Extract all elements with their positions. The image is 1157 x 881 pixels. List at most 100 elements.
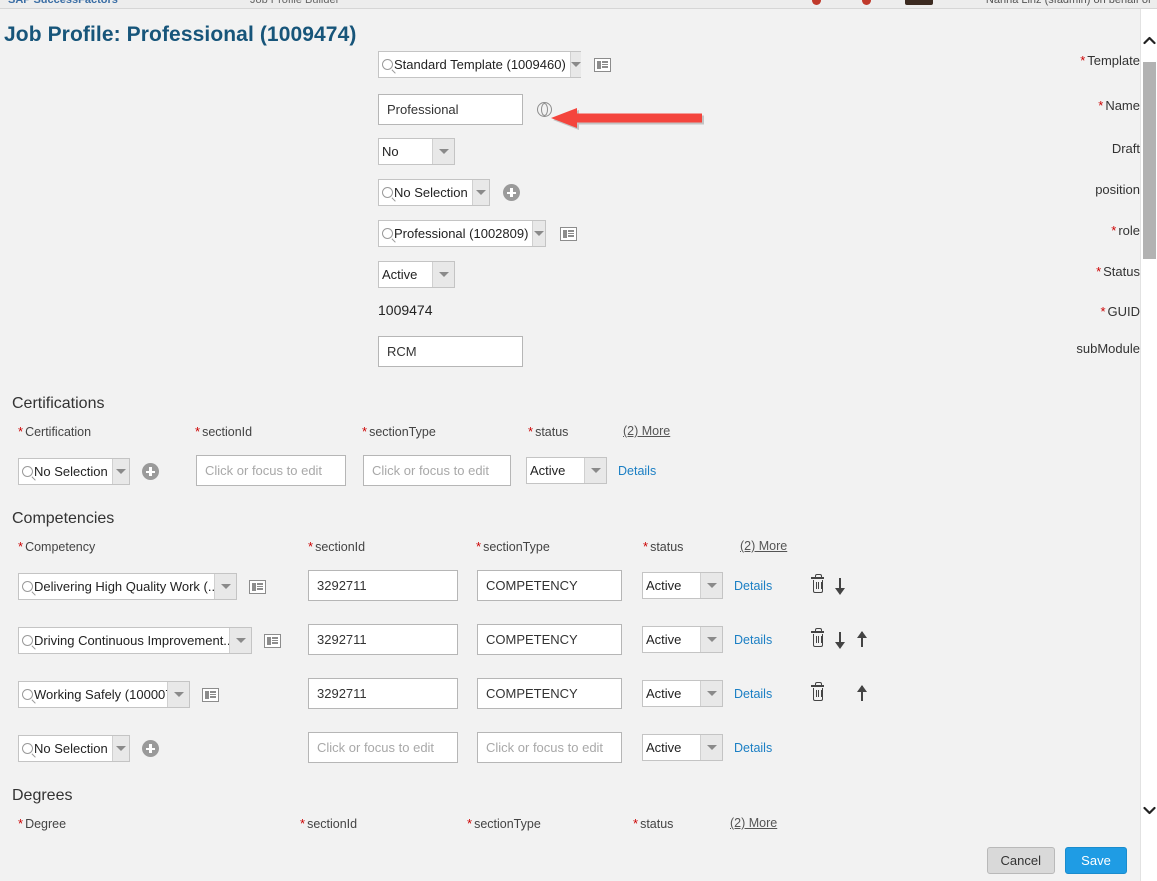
template-lookup-combo[interactable]: Standard Template (1009460) [378, 51, 581, 78]
section-competencies: Competencies * Competency * sectionId * sec… [0, 510, 1140, 777]
add-competency-icon[interactable] [142, 740, 159, 757]
form-row-guid: * GUID 1009474 [0, 299, 1140, 334]
move-row-up-icon[interactable] [855, 630, 869, 649]
chevron-down-icon[interactable] [471, 180, 489, 205]
label-draft: Draft [1111, 141, 1140, 156]
chevron-down-icon[interactable] [111, 459, 129, 484]
col-sectionid: * sectionId [195, 424, 253, 439]
competency-sectiontype-input[interactable]: COMPETENCY [477, 624, 622, 655]
competency-sectiontype-input[interactable]: Click or focus to edit [477, 732, 622, 763]
chevron-down-icon[interactable] [700, 681, 722, 706]
chevron-down-icon[interactable] [432, 262, 454, 287]
competency-status-combo[interactable]: Active [642, 734, 723, 761]
competencies-more-link[interactable]: (2) More [740, 539, 787, 553]
search-icon [22, 635, 33, 646]
cancel-button[interactable]: Cancel [986, 846, 1055, 874]
competency-lookup-combo[interactable]: Driving Continuous Improvement... [18, 627, 252, 654]
certification-details-link[interactable]: Details [618, 464, 656, 478]
move-row-up-icon[interactable] [855, 684, 869, 703]
chevron-down-icon[interactable] [569, 52, 581, 77]
delete-row-icon[interactable] [810, 628, 825, 648]
chevron-down-icon[interactable] [700, 735, 722, 760]
certification-status-combo[interactable]: Active [526, 457, 607, 484]
name-input[interactable]: Professional [378, 94, 523, 125]
position-value: No Selection [394, 185, 468, 200]
competency-sectionid-input[interactable]: 3292711 [308, 570, 458, 601]
table-row: Working Safely (1000076) 3292711 COMPETE… [0, 669, 1140, 723]
competency-sectiontype-value: COMPETENCY [486, 632, 578, 647]
chevron-down-icon[interactable] [214, 574, 236, 599]
competency-status-value: Active [646, 686, 682, 701]
chevron-down-icon[interactable] [229, 628, 251, 653]
status-combo[interactable]: Active [378, 261, 455, 288]
add-position-icon[interactable] [503, 184, 520, 201]
competency-details-card-icon[interactable] [202, 687, 219, 702]
scroll-down-button[interactable] [1141, 799, 1157, 821]
competency-status-combo[interactable]: Active [642, 680, 723, 707]
competency-details-link[interactable]: Details [734, 687, 772, 701]
degrees-column-headers: * Degree * sectionId * sectionType * status … [0, 816, 1140, 838]
competency-details-link[interactable]: Details [734, 741, 772, 755]
delete-row-icon[interactable] [810, 682, 825, 702]
chevron-down-icon[interactable] [700, 627, 722, 652]
competency-sectionid-input[interactable]: Click or focus to edit [308, 732, 458, 763]
label-position: position [1095, 182, 1140, 197]
label-guid: * GUID [1100, 304, 1140, 319]
col-status: * status [643, 539, 684, 554]
section-certifications: Certifications * Certification * sectionId… [0, 395, 1140, 500]
competency-details-link[interactable]: Details [734, 579, 772, 593]
certification-sectionid-input[interactable]: Click or focus to edit [196, 455, 346, 486]
submodule-input[interactable]: RCM [378, 336, 523, 367]
competency-details-link[interactable]: Details [734, 633, 772, 647]
competency-sectionid-input[interactable]: 3292711 [308, 678, 458, 709]
vertical-scrollbar[interactable] [1140, 9, 1157, 881]
chevron-down-icon[interactable] [432, 139, 454, 164]
degrees-more-link[interactable]: (2) More [730, 816, 777, 830]
certification-lookup-combo[interactable]: No Selection [18, 458, 130, 485]
save-button[interactable]: Save [1065, 846, 1127, 874]
annotation-arrow [549, 106, 704, 130]
chevron-down-icon[interactable] [111, 736, 129, 761]
role-lookup-combo[interactable]: Professional (1002809) [378, 220, 546, 247]
competency-status-combo[interactable]: Active [642, 626, 723, 653]
move-row-down-icon[interactable] [833, 577, 847, 595]
competency-lookup-combo[interactable]: No Selection [18, 735, 130, 762]
competency-sectionid-input[interactable]: 3292711 [308, 624, 458, 655]
col-sectionid: * sectionId [300, 816, 358, 831]
competency-value: Delivering High Quality Work (... [34, 579, 214, 594]
table-row: Delivering High Quality Work (... 329271… [0, 561, 1140, 615]
competency-status-value: Active [646, 632, 682, 647]
competency-details-card-icon[interactable] [249, 579, 266, 594]
chevron-down-icon[interactable] [532, 221, 545, 246]
chevron-down-icon[interactable] [167, 682, 189, 707]
guid-value: 1009474 [378, 302, 433, 318]
job-profile-form: * Template Standard Template (1009460) * N… [0, 49, 1140, 376]
role-details-card-icon[interactable] [560, 226, 577, 241]
scrollbar-thumb[interactable] [1143, 62, 1156, 259]
competency-status-combo[interactable]: Active [642, 572, 723, 599]
label-template: * Template [1080, 53, 1140, 68]
add-certification-icon[interactable] [142, 463, 159, 480]
competency-sectiontype-input[interactable]: COMPETENCY [477, 678, 622, 709]
chrome-indicator-dot-1 [812, 0, 821, 5]
chrome-avatar [905, 0, 933, 5]
competency-lookup-combo[interactable]: Working Safely (1000076) [18, 681, 190, 708]
competency-sectiontype-value: COMPETENCY [486, 686, 578, 701]
competency-sectiontype-input[interactable]: COMPETENCY [477, 570, 622, 601]
certification-sectiontype-input[interactable]: Click or focus to edit [363, 455, 511, 486]
delete-row-icon[interactable] [810, 574, 825, 594]
template-details-card-icon[interactable] [594, 57, 611, 72]
section-title-certifications: Certifications [12, 395, 105, 412]
position-lookup-combo[interactable]: No Selection [378, 179, 490, 206]
certifications-more-link[interactable]: (2) More [623, 424, 670, 438]
col-competency: * Competency [18, 539, 96, 554]
competency-details-card-icon[interactable] [264, 633, 281, 648]
chevron-down-icon[interactable] [700, 573, 722, 598]
chevron-down-icon[interactable] [584, 458, 606, 483]
form-row-draft: Draft No [0, 135, 1140, 176]
draft-combo[interactable]: No [378, 138, 455, 165]
competency-lookup-combo[interactable]: Delivering High Quality Work (... [18, 573, 237, 600]
form-row-submodule: subModule RCM [0, 334, 1140, 376]
scroll-up-button[interactable] [1141, 29, 1157, 51]
move-row-down-icon[interactable] [833, 631, 847, 649]
